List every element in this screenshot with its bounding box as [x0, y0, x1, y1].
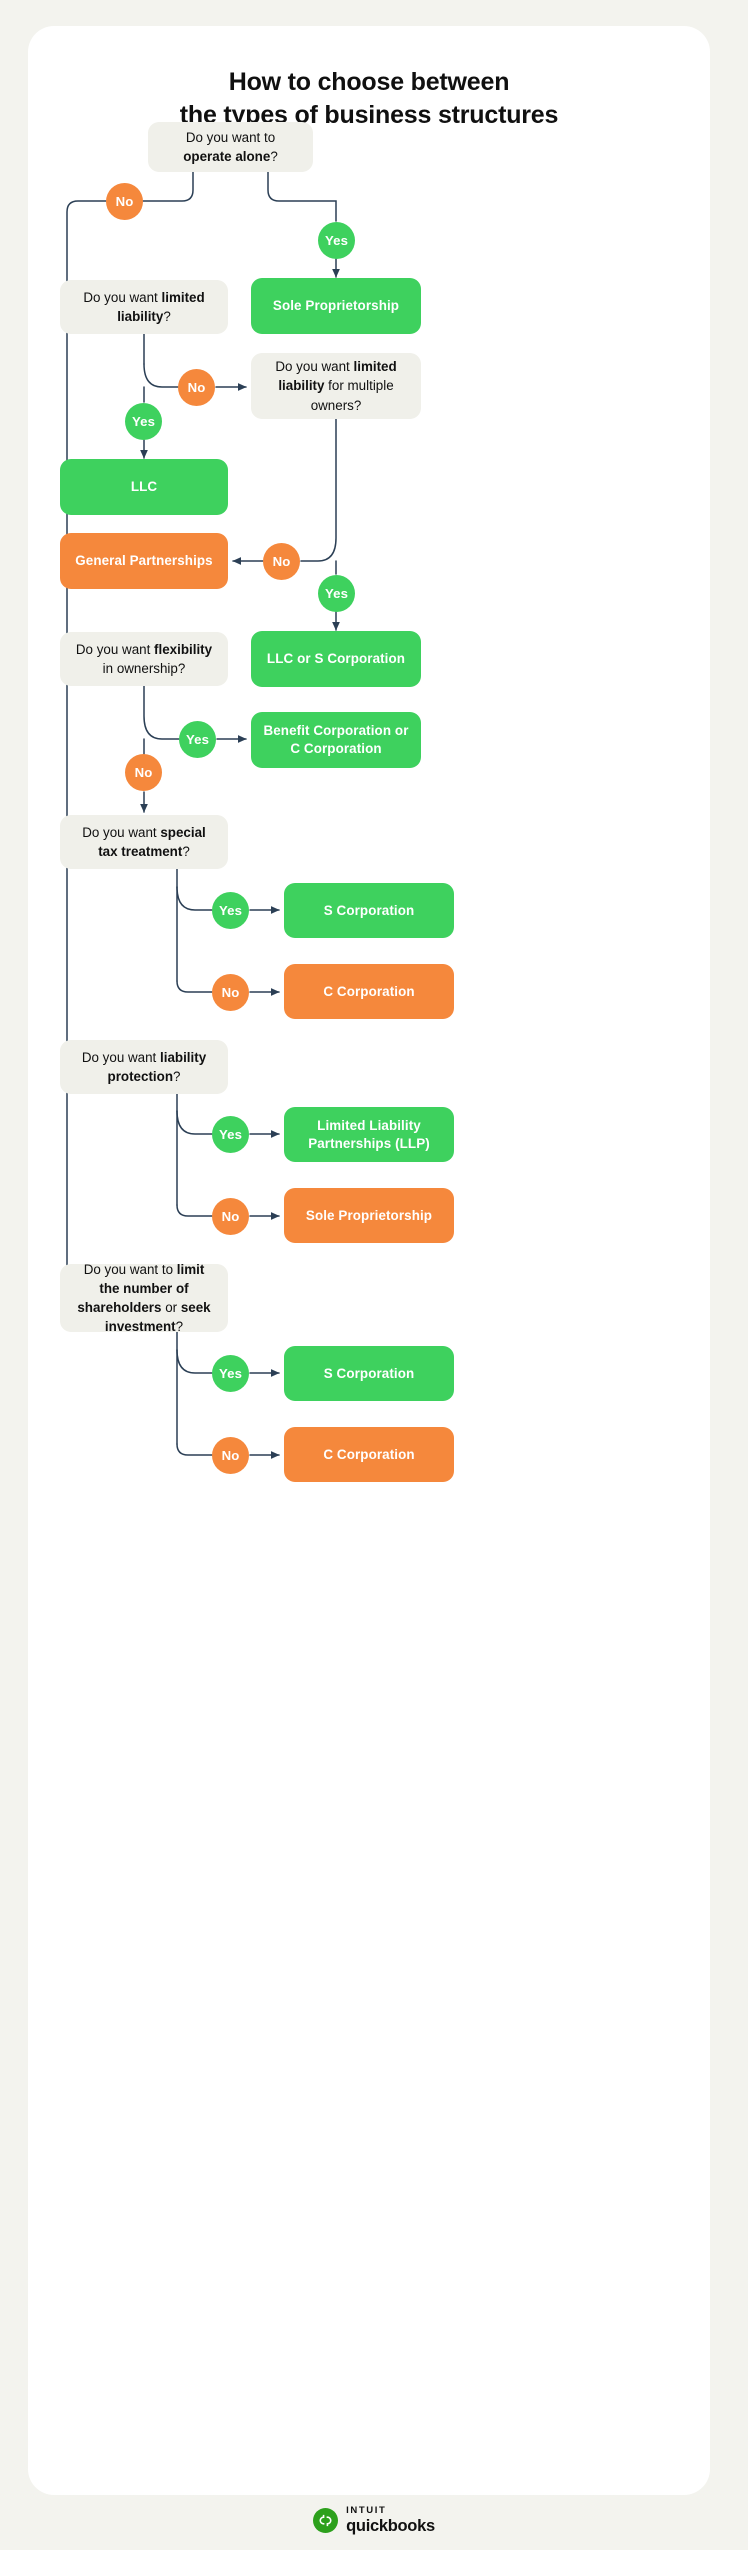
question-operate-alone[interactable]: Do you want to operate alone? [148, 122, 313, 172]
badge-yes-limited-liability[interactable]: Yes [125, 403, 162, 440]
badge-yes-shareholders[interactable]: Yes [212, 1355, 249, 1392]
q2-post: ? [163, 309, 171, 324]
badge-yes-multiple-owners[interactable]: Yes [318, 575, 355, 612]
badge-yes-liability-protection[interactable]: Yes [212, 1116, 249, 1153]
question-liability-protection-text: Do you want liability protection? [72, 1048, 216, 1086]
q3-post: for multiple owners? [310, 378, 394, 413]
question-limited-liability-multiple-owners-text: Do you want limited liability for multip… [263, 357, 409, 414]
quickbooks-wordmark: INTUIT quickbooks [346, 2506, 435, 2534]
badge-no-flexibility[interactable]: No [125, 754, 162, 791]
result-benefit-or-c-corporation[interactable]: Benefit Corporation or C Corporation [251, 712, 421, 768]
question-flexibility[interactable]: Do you want flexibility in ownership? [60, 632, 228, 686]
q7-post: ? [175, 1319, 184, 1335]
question-limited-liability-multiple-owners[interactable]: Do you want limited liability for multip… [251, 353, 421, 419]
question-liability-protection[interactable]: Do you want liability protection? [60, 1040, 228, 1094]
badge-no-operate-alone[interactable]: No [106, 183, 143, 220]
question-limited-liability-text: Do you want limited liability? [72, 288, 216, 326]
question-shareholders[interactable]: Do you want to limit the number of share… [60, 1262, 228, 1334]
footer-logo: INTUIT quickbooks [0, 2490, 748, 2550]
result-sole-proprietorship-2[interactable]: Sole Proprietorship [284, 1188, 454, 1243]
badge-yes-special-tax[interactable]: Yes [212, 892, 249, 929]
q7-pre: Do you want to [83, 1261, 177, 1277]
question-special-tax-treatment[interactable]: Do you want special tax treatment? [60, 815, 228, 869]
quickbooks-mark-icon [313, 2507, 339, 2533]
result-llc[interactable]: LLC [60, 459, 228, 515]
q3-pre: Do you want [275, 359, 354, 375]
question-limited-liability[interactable]: Do you want limited liability? [60, 280, 228, 334]
quickbooks-wordmark-text: quickbooks [346, 2516, 435, 2535]
q2-pre: Do you want [83, 289, 162, 305]
question-operate-alone-text: Do you want to operate alone? [160, 128, 301, 166]
q4-post: in ownership? [102, 661, 186, 676]
result-s-corporation-2[interactable]: S Corporation [284, 1346, 454, 1401]
badge-yes-operate-alone[interactable]: Yes [318, 222, 355, 259]
q7-mid: or [161, 1300, 181, 1315]
badge-no-special-tax[interactable]: No [212, 974, 249, 1011]
q5-pre: Do you want [82, 824, 161, 840]
q5-post: ? [182, 844, 190, 859]
q1-post: ? [270, 149, 278, 164]
badge-no-limited-liability[interactable]: No [178, 369, 215, 406]
result-c-corporation-1[interactable]: C Corporation [284, 964, 454, 1019]
q6-pre: Do you want [81, 1049, 160, 1065]
question-flexibility-text: Do you want flexibility in ownership? [72, 640, 216, 678]
result-llc-or-s-corporation[interactable]: LLC or S Corporation [251, 631, 421, 687]
q1-pre: Do you want to [185, 129, 276, 145]
result-general-partnerships[interactable]: General Partnerships [60, 533, 228, 589]
result-sole-proprietorship-1[interactable]: Sole Proprietorship [251, 278, 421, 334]
result-s-corporation-1[interactable]: S Corporation [284, 883, 454, 938]
badge-yes-flexibility[interactable]: Yes [179, 721, 216, 758]
result-llp[interactable]: Limited Liability Partnerships (LLP) [284, 1107, 454, 1162]
q4-strong: flexibility [154, 641, 213, 657]
badge-no-multiple-owners[interactable]: No [263, 543, 300, 580]
q1-strong: operate alone [183, 149, 271, 164]
q6-post: ? [173, 1069, 181, 1084]
question-special-tax-treatment-text: Do you want special tax treatment? [72, 823, 216, 861]
q4-pre: Do you want [75, 641, 155, 657]
intuit-wordmark: INTUIT [346, 2505, 387, 2516]
infographic-root: How to choose between the types of busin… [0, 0, 748, 2550]
badge-no-shareholders[interactable]: No [212, 1437, 249, 1474]
question-shareholders-text: Do you want to limit the number of share… [72, 1260, 216, 1336]
badge-no-liability-protection[interactable]: No [212, 1198, 249, 1235]
result-c-corporation-2[interactable]: C Corporation [284, 1427, 454, 1482]
